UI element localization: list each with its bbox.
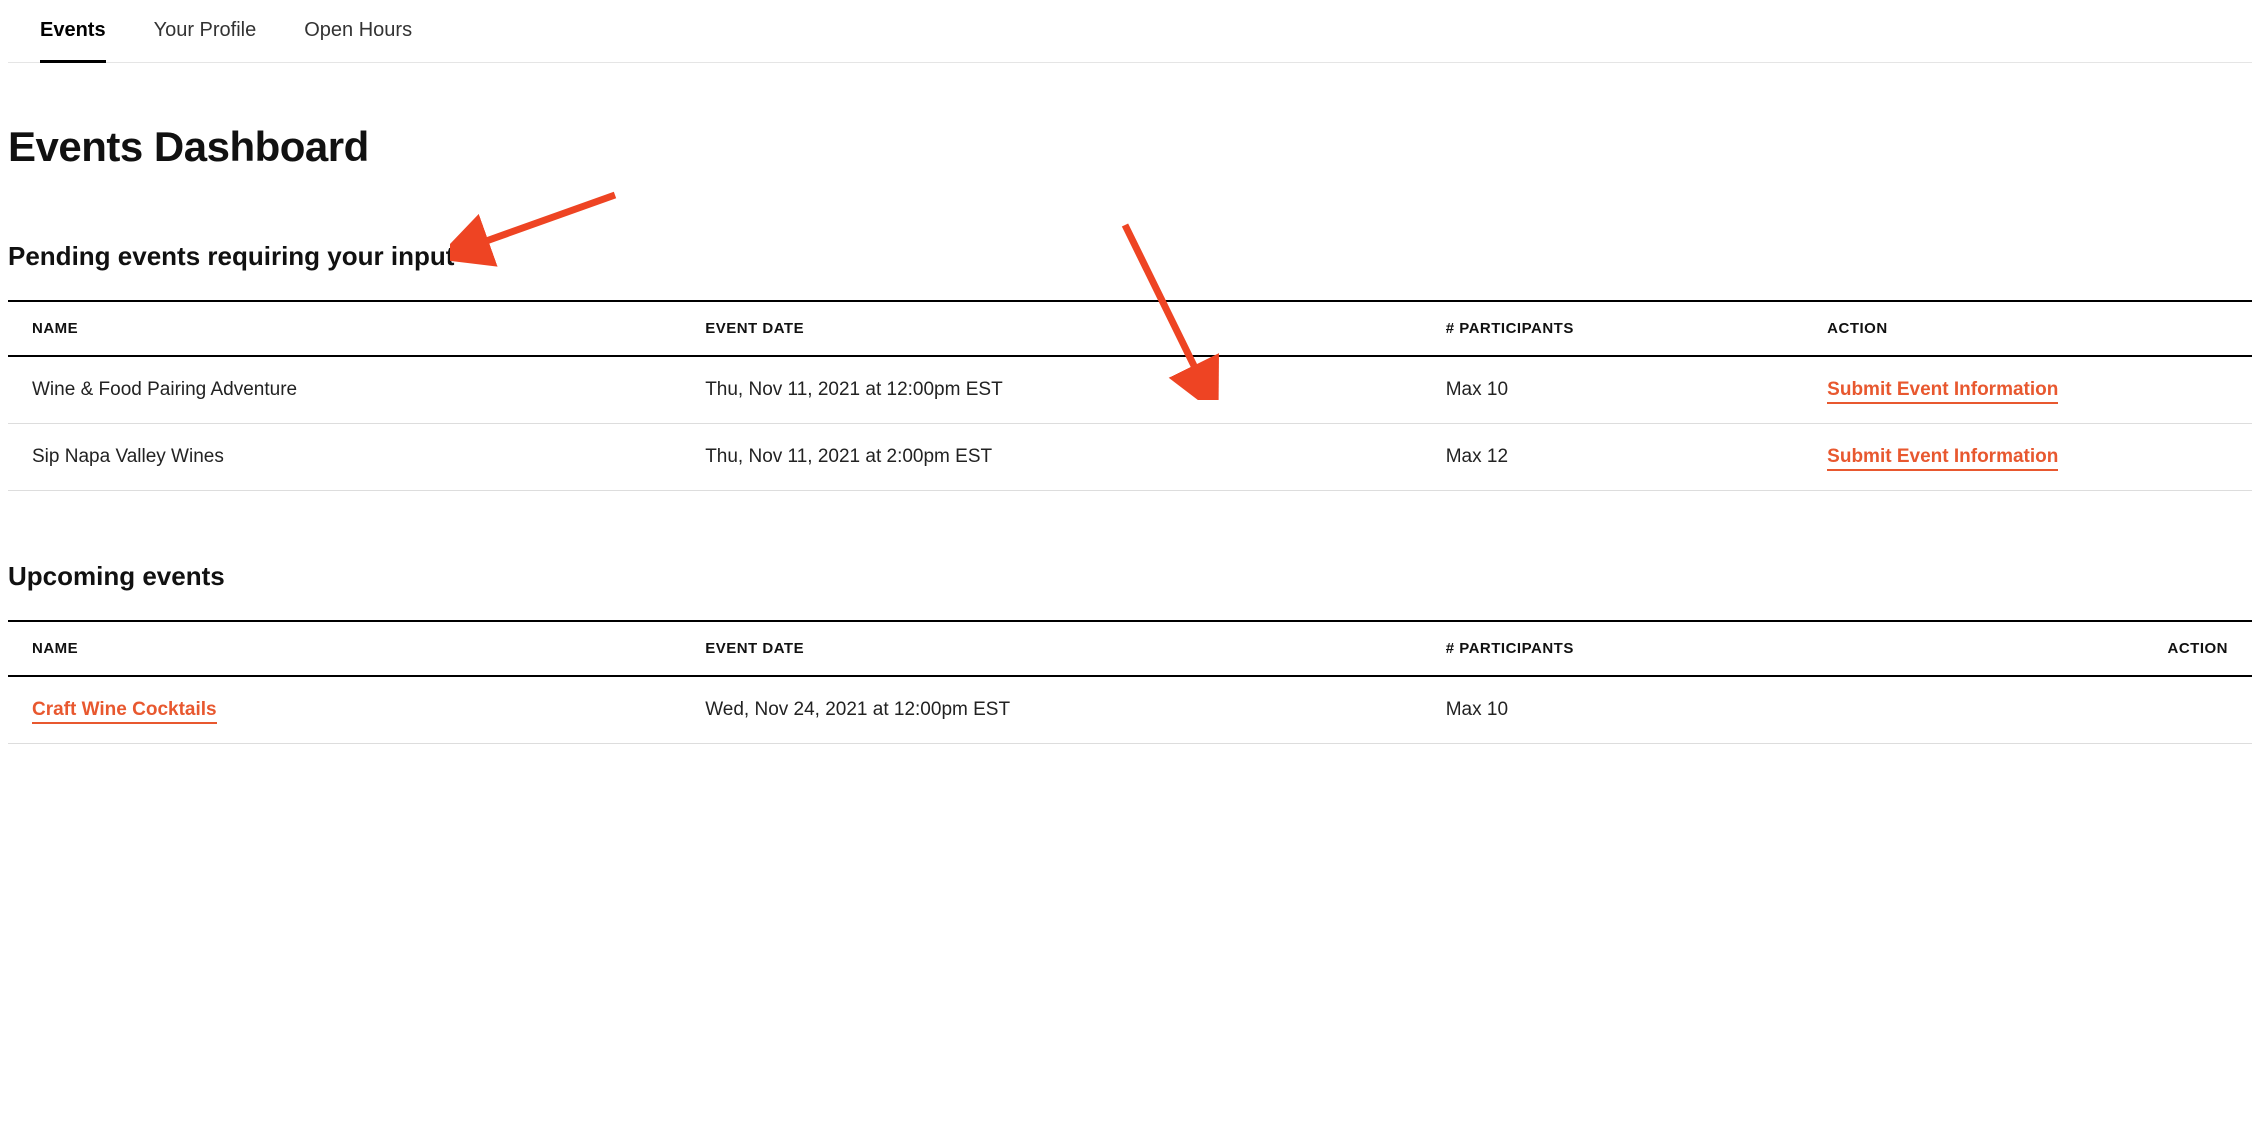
cell-action: Submit Event Information [1803, 356, 2252, 424]
pending-section-title: Pending events requiring your input [8, 241, 2252, 272]
cell-name: Sip Napa Valley Wines [8, 424, 681, 491]
upcoming-section-title: Upcoming events [8, 561, 2252, 592]
cell-action: Submit Event Information [1803, 424, 2252, 491]
header-action: ACTION [1803, 621, 2252, 676]
tab-bar: Events Your Profile Open Hours [8, 0, 2252, 63]
event-name-link[interactable]: Craft Wine Cocktails [32, 699, 217, 724]
table-header-row: NAME EVENT DATE # PARTICIPANTS ACTION [8, 301, 2252, 356]
cell-name: Wine & Food Pairing Adventure [8, 356, 681, 424]
submit-event-information-link[interactable]: Submit Event Information [1827, 446, 2058, 471]
main-content: Events Dashboard Pending events requirin… [8, 123, 2252, 784]
tab-your-profile[interactable]: Your Profile [154, 1, 257, 63]
header-action: ACTION [1803, 301, 2252, 356]
table-row: Craft Wine Cocktails Wed, Nov 24, 2021 a… [8, 676, 2252, 744]
header-event-date: EVENT DATE [681, 301, 1422, 356]
header-participants: # PARTICIPANTS [1422, 621, 1803, 676]
submit-event-information-link[interactable]: Submit Event Information [1827, 379, 2058, 404]
table-row: Sip Napa Valley Wines Thu, Nov 11, 2021 … [8, 424, 2252, 491]
header-participants: # PARTICIPANTS [1422, 301, 1803, 356]
cell-participants: Max 10 [1422, 356, 1803, 424]
pending-events-table: NAME EVENT DATE # PARTICIPANTS ACTION Wi… [8, 300, 2252, 491]
cell-event-date: Wed, Nov 24, 2021 at 12:00pm EST [681, 676, 1422, 744]
table-header-row: NAME EVENT DATE # PARTICIPANTS ACTION [8, 621, 2252, 676]
tab-open-hours[interactable]: Open Hours [304, 1, 412, 63]
cell-event-date: Thu, Nov 11, 2021 at 12:00pm EST [681, 356, 1422, 424]
header-name: NAME [8, 621, 681, 676]
cell-participants: Max 12 [1422, 424, 1803, 491]
table-row: Wine & Food Pairing Adventure Thu, Nov 1… [8, 356, 2252, 424]
cell-action [1803, 676, 2252, 744]
header-name: NAME [8, 301, 681, 356]
tab-events[interactable]: Events [40, 1, 106, 63]
page-title: Events Dashboard [8, 123, 2252, 171]
header-event-date: EVENT DATE [681, 621, 1422, 676]
cell-event-date: Thu, Nov 11, 2021 at 2:00pm EST [681, 424, 1422, 491]
cell-name: Craft Wine Cocktails [8, 676, 681, 744]
upcoming-events-table: NAME EVENT DATE # PARTICIPANTS ACTION Cr… [8, 620, 2252, 744]
cell-participants: Max 10 [1422, 676, 1803, 744]
